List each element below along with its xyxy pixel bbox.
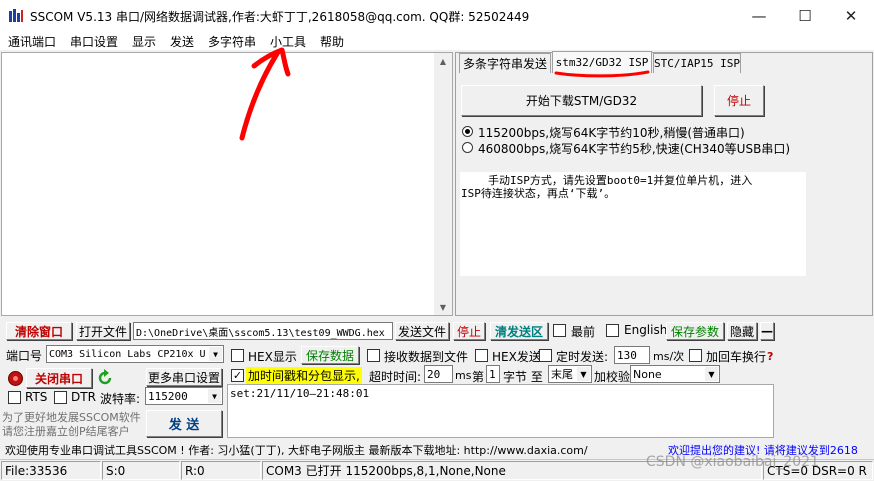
scroll-down-icon[interactable]: ▼ — [434, 299, 452, 315]
send-file-button[interactable]: 发送文件 — [395, 322, 449, 340]
menu-display[interactable]: 显示 — [132, 33, 156, 50]
refresh-icon[interactable] — [96, 369, 114, 387]
timeout-unit: ms — [455, 369, 472, 382]
hex-display-label: HEX显示 — [248, 350, 297, 364]
window-title: SSCOM V5.13 串口/网络数据调试器,作者:大虾丁丁,2618058@q… — [30, 10, 530, 24]
isp-hint-line2: ISP待连接状态，再点‘下载’。 — [461, 187, 616, 200]
start-download-button[interactable]: 开始下载STM/GD32 — [461, 85, 702, 116]
watermark-text: CSDN @xiaobaibai_2021 — [646, 454, 820, 470]
byte-from-input[interactable]: 1 — [486, 365, 500, 383]
recv-to-file-checkbox[interactable] — [367, 349, 380, 362]
isp-hint-box: 手动ISP方式，请先设置boot0=1并复位单片机，进入 ISP待连接状态，再点… — [460, 172, 806, 276]
byte-range-label: 字节 至 — [503, 370, 543, 384]
baud-rate-value: 115200 — [148, 389, 188, 403]
annotation-underline-icon — [554, 70, 650, 78]
file-path-input[interactable]: D:\OneDrive\桌面\sscom5.13\test09_WWDG.hex — [133, 322, 393, 340]
menu-serial-settings[interactable]: 串口设置 — [70, 33, 118, 50]
save-data-button[interactable]: 保存数据 — [301, 346, 359, 364]
minimize-icon: — — [751, 6, 767, 25]
maximize-icon: ☐ — [798, 6, 812, 25]
baud-115200-radio[interactable] — [462, 126, 473, 137]
timeout-label: 超时时间: — [369, 370, 422, 384]
chevron-down-icon: ▼ — [209, 347, 222, 361]
front-label: 最前 — [571, 325, 596, 339]
timeout-input[interactable]: 20 — [424, 365, 453, 383]
maximize-button[interactable]: ☐ — [782, 0, 828, 31]
tab-multi-string[interactable]: 多条字符串发送 — [459, 53, 551, 73]
byte-to-select[interactable]: 末尾 ▼ — [548, 365, 592, 383]
checksum-label: 加校验 — [594, 370, 631, 384]
minimize-button[interactable]: — — [736, 0, 782, 31]
open-file-button[interactable]: 打开文件 — [76, 322, 130, 340]
dtr-checkbox[interactable] — [54, 391, 67, 404]
chevron-down-icon: ▼ — [577, 367, 590, 381]
tab-stc-isp[interactable]: STC/IAP15 ISP — [653, 53, 741, 73]
hex-send-label: HEX发送 — [492, 350, 541, 364]
menu-send[interactable]: 发送 — [170, 33, 194, 50]
hex-display-checkbox[interactable] — [231, 349, 244, 362]
english-label: English — [624, 323, 668, 337]
byte-to-value: 末尾 — [551, 368, 573, 381]
chevron-down-icon: ▼ — [705, 367, 718, 381]
annotation-arrow-icon — [239, 47, 291, 141]
stop-send-button[interactable]: 停止 — [453, 322, 485, 340]
baud-rate-select[interactable]: 115200 ▼ — [145, 387, 223, 405]
byte-prefix-label: 第 — [472, 370, 485, 384]
promo-line2: 请您注册嘉立创P结尾客户 — [2, 425, 130, 438]
collapse-button[interactable]: — — [760, 322, 774, 340]
send-button[interactable]: 发 送 — [146, 410, 222, 437]
close-port-button[interactable]: 关闭串口 — [26, 368, 92, 388]
add-crlf-checkbox[interactable] — [689, 349, 702, 362]
close-button[interactable]: ✕ — [828, 0, 874, 31]
dtr-label: DTR — [71, 390, 96, 404]
front-checkbox[interactable] — [553, 324, 566, 337]
timed-send-input[interactable]: 130 — [614, 346, 650, 364]
timed-send-unit: ms/次 — [653, 350, 685, 363]
english-checkbox[interactable] — [606, 324, 619, 337]
checksum-select[interactable]: None ▼ — [630, 365, 720, 383]
save-params-button[interactable]: 保存参数 — [666, 322, 724, 340]
port-value: COM3 Silicon Labs CP210x U — [49, 348, 206, 360]
rts-checkbox[interactable] — [8, 391, 21, 404]
recv-to-file-label: 接收数据到文件 — [384, 350, 469, 364]
clear-send-button[interactable]: 清发送区 — [490, 322, 548, 340]
title-bar: SSCOM V5.13 串口/网络数据调试器,作者:大虾丁丁,2618058@q… — [0, 0, 874, 31]
baud-460800-label: 460800bps,烧写64K字节约5秒,快速(CH340等USB串口) — [478, 142, 791, 156]
port-select[interactable]: COM3 Silicon Labs CP210x U ▼ — [46, 345, 224, 363]
help-icon[interactable]: ? — [767, 350, 773, 363]
app-icon — [9, 9, 23, 22]
hex-send-checkbox[interactable] — [475, 349, 488, 362]
send-text: set:21/11/10—21:48:01 — [230, 387, 370, 400]
baud-rate-label: 波特率: — [100, 392, 141, 406]
rts-label: RTS — [25, 390, 48, 404]
baud-115200-label: 115200bps,烧写64K字节约10秒,稍慢(普通串口) — [478, 126, 745, 140]
status-received-count: R:0 — [181, 461, 261, 480]
menu-bar: 通讯端口 串口设置 显示 发送 多字符串 小工具 帮助 — [0, 31, 874, 50]
checksum-value: None — [633, 367, 662, 381]
receive-textarea[interactable] — [1, 52, 453, 316]
port-label: 端口号 — [6, 349, 43, 363]
send-textarea[interactable]: set:21/11/10—21:48:01 — [227, 384, 774, 438]
chevron-down-icon: ▼ — [208, 389, 221, 403]
status-sent-count: S:0 — [102, 461, 180, 480]
menu-help[interactable]: 帮助 — [320, 33, 344, 50]
timestamp-label: 加时间戳和分包显示, — [246, 367, 362, 384]
receive-scrollbar[interactable]: ▲ ▼ — [434, 53, 452, 315]
hide-button[interactable]: 隐藏 — [727, 322, 757, 340]
isp-stop-button[interactable]: 停止 — [714, 85, 764, 116]
clear-window-button[interactable]: 清除窗口 — [6, 322, 72, 340]
menu-comm-port[interactable]: 通讯端口 — [8, 33, 56, 50]
timed-send-label: 定时发送: — [556, 350, 609, 364]
add-crlf-label: 加回车换行 — [706, 350, 767, 364]
more-serial-settings-button[interactable]: 更多串口设置 — [146, 368, 222, 386]
promo-text: 欢迎使用专业串口调试工具SSCOM ! 作者: 习小猛(丁丁), 大虾电子网版主… — [5, 444, 588, 457]
port-status-icon — [8, 371, 23, 386]
baud-460800-radio[interactable] — [462, 142, 473, 153]
status-file-count: File:33536 — [1, 461, 101, 480]
close-icon: ✕ — [844, 6, 858, 25]
scroll-up-icon[interactable]: ▲ — [434, 53, 452, 69]
timestamp-checkbox[interactable]: ✓ — [231, 369, 244, 382]
timed-send-checkbox[interactable] — [539, 349, 552, 362]
